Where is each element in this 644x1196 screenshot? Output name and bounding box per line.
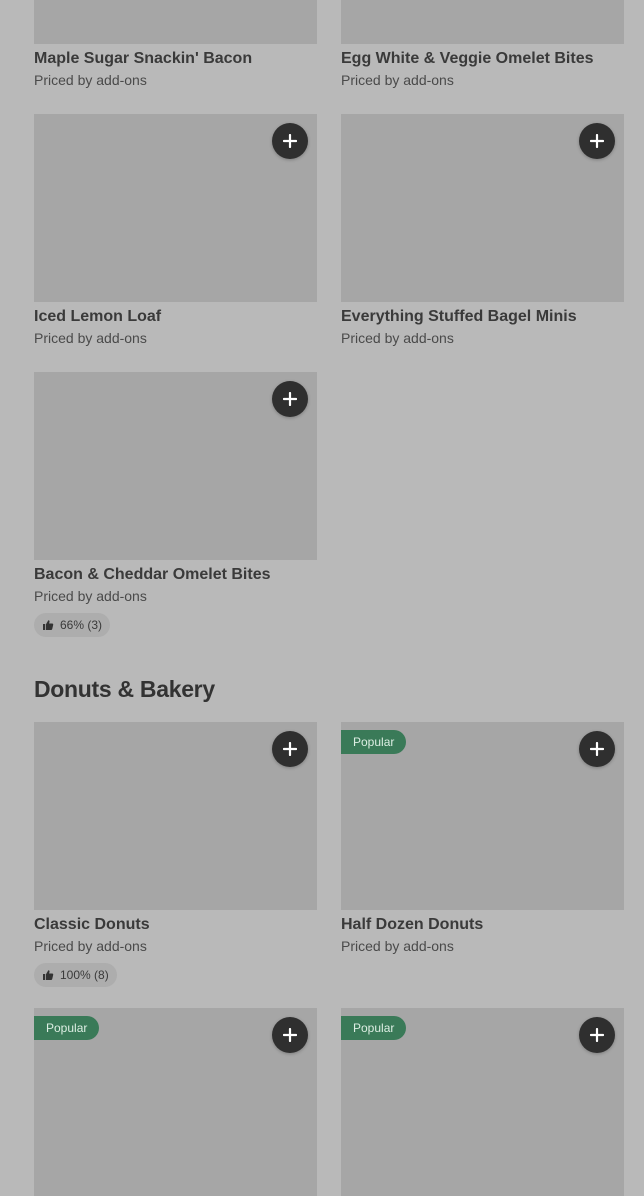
item-name: Iced Lemon Loaf [34,308,162,325]
item-price: Priced by add-ons [34,588,147,604]
menu-item-card[interactable]: Everything Stuffed Bagel Minis Priced by… [341,114,624,347]
item-price: Priced by add-ons [34,938,147,954]
item-name: Classic Donuts [34,916,150,933]
menu-item-card[interactable]: Egg White & Veggie Omelet Bites Priced b… [341,0,624,89]
item-image[interactable]: Popular [34,1008,317,1196]
item-name: Half Dozen Donuts [341,916,484,933]
popular-badge: Popular [341,1016,407,1040]
menu-item-card[interactable]: Classic Donuts Priced by add-ons 100% (8… [34,722,317,987]
item-price: Priced by add-ons [34,72,147,88]
popular-badge: Popular [34,1016,100,1040]
item-price: Priced by add-ons [341,330,454,346]
item-price: Priced by add-ons [341,938,454,954]
menu-item-card[interactable]: Maple Sugar Snackin' Bacon Priced by add… [34,0,317,89]
item-image[interactable] [341,0,624,44]
item-image[interactable]: Popular [341,722,624,910]
menu-item-card[interactable]: Iced Lemon Loaf Priced by add-ons [34,114,317,347]
item-name: Maple Sugar Snackin' Bacon [34,50,253,67]
plus-icon [283,1028,297,1042]
plus-icon [590,134,604,148]
plus-icon [590,742,604,756]
thumbs-up-icon [43,620,54,630]
menu-item-card[interactable]: Popular Half Dozen Donuts Priced by add-… [341,722,624,955]
rating-text: 66% (3) [60,618,103,632]
item-price: Priced by add-ons [341,72,454,88]
item-image[interactable] [34,372,317,560]
popular-badge: Popular [341,730,407,754]
item-image[interactable] [341,114,624,302]
add-item-button[interactable] [579,731,615,767]
thumbs-up-icon [43,970,54,980]
plus-icon [283,742,297,756]
rating-pill: 100% (8) [34,963,117,987]
add-item-button[interactable] [272,1017,308,1053]
add-item-button[interactable] [272,381,308,417]
plus-icon [283,134,297,148]
item-name: Bacon & Cheddar Omelet Bites [34,566,271,583]
menu-item-card[interactable]: Popular [34,1008,317,1196]
rating-pill: 66% (3) [34,613,111,637]
plus-icon [590,1028,604,1042]
rating-text: 100% (8) [60,968,109,982]
add-item-button[interactable] [272,123,308,159]
item-name: Egg White & Veggie Omelet Bites [341,50,594,67]
item-price: Priced by add-ons [34,330,147,346]
item-image[interactable] [34,722,317,910]
item-image[interactable] [34,0,317,44]
item-image[interactable] [34,114,317,302]
section-title: Donuts & Bakery [34,676,215,702]
plus-icon [283,392,297,406]
item-name: Everything Stuffed Bagel Minis [341,308,577,325]
add-item-button[interactable] [579,1017,615,1053]
menu-item-card[interactable]: Popular [341,1008,624,1196]
menu-item-card[interactable]: Bacon & Cheddar Omelet Bites Priced by a… [34,372,317,637]
add-item-button[interactable] [272,731,308,767]
item-image[interactable]: Popular [341,1008,624,1196]
add-item-button[interactable] [579,123,615,159]
